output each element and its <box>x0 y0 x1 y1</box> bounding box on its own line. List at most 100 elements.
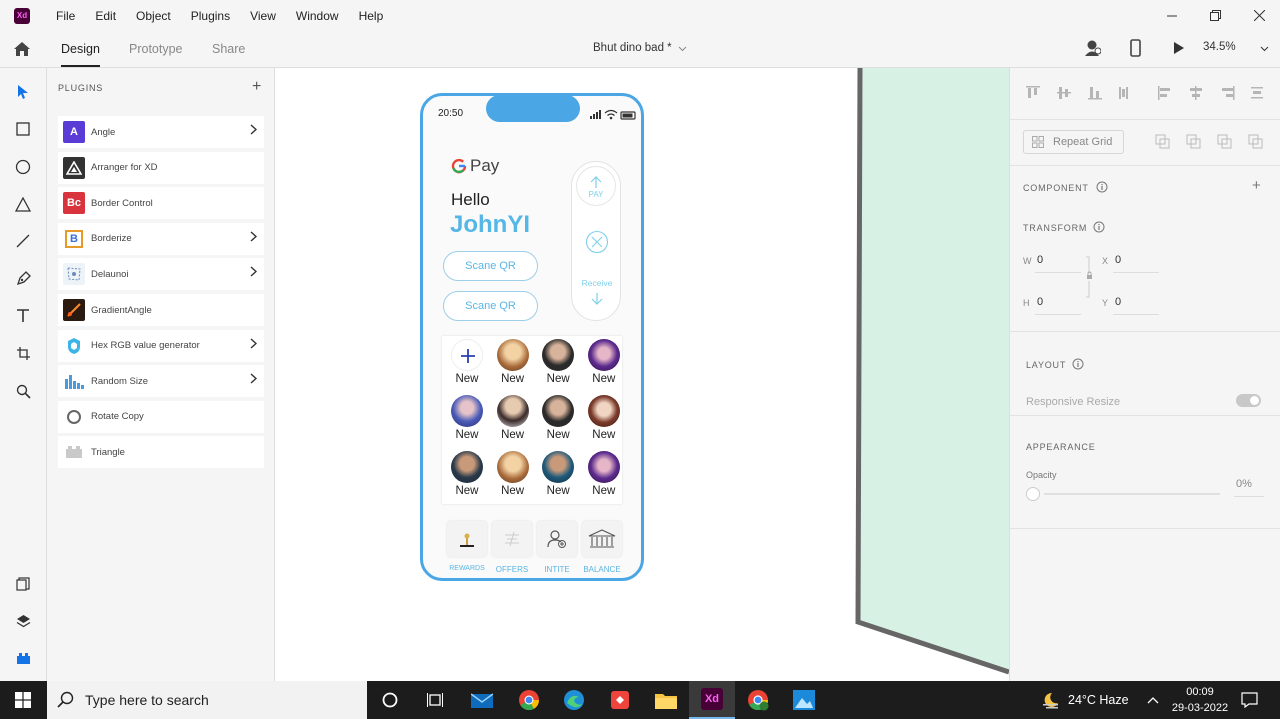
polygon-tool[interactable] <box>13 194 33 214</box>
tab-prototype[interactable]: Prototype <box>129 42 183 56</box>
plugins-tool[interactable] <box>13 648 33 668</box>
chrome-profile-app[interactable] <box>735 681 781 719</box>
plugin-item[interactable]: GradientAngle <box>58 294 264 326</box>
contact-cell[interactable]: New <box>582 451 626 507</box>
scan-qr-button-2[interactable]: Scane QR <box>443 291 538 321</box>
mail-app[interactable] <box>459 681 505 719</box>
plugin-item[interactable]: Rotate Copy <box>58 400 264 433</box>
nav-rewards[interactable]: REWARDS <box>446 521 488 572</box>
opacity-slider-track[interactable] <box>1044 493 1220 495</box>
user-icon[interactable] <box>1085 39 1101 57</box>
add-plugin-button[interactable]: + <box>252 78 261 96</box>
ellipse-tool[interactable] <box>13 157 33 177</box>
align-icons[interactable] <box>1026 85 1266 101</box>
plugin-item[interactable]: Arranger for XD <box>58 151 264 184</box>
menu-object[interactable]: Object <box>136 9 171 23</box>
design-canvas[interactable]: 20:50 Pay Hello JohnYI Scane QR Scane QR… <box>275 68 1009 681</box>
menu-window[interactable]: Window <box>296 9 339 23</box>
contact-cell[interactable]: New <box>491 395 535 451</box>
file-explorer-app[interactable] <box>643 681 689 719</box>
opacity-value[interactable]: 0% <box>1236 478 1252 490</box>
weather-widget[interactable]: 24°C Haze <box>1040 681 1129 719</box>
menu-help[interactable]: Help <box>359 9 384 23</box>
document-title[interactable]: Bhut dino bad * <box>593 42 672 54</box>
opacity-slider-handle[interactable] <box>1026 487 1040 501</box>
menu-edit[interactable]: Edit <box>95 9 116 23</box>
add-component-button[interactable]: + <box>1252 177 1261 194</box>
receive-label[interactable]: Receive <box>572 278 622 288</box>
height-field[interactable]: 0 <box>1037 296 1043 308</box>
phone-artboard[interactable]: 20:50 Pay Hello JohnYI Scane QR Scane QR… <box>420 93 644 581</box>
tab-share[interactable]: Share <box>212 42 245 56</box>
start-button[interactable] <box>0 681 46 719</box>
rectangle-tool[interactable] <box>13 119 33 139</box>
nav-offers[interactable]: OFFERS <box>491 521 533 574</box>
chevron-down-icon[interactable] <box>678 46 687 52</box>
plugin-item[interactable]: Bc Border Control <box>58 187 264 220</box>
chevron-right-icon[interactable] <box>250 124 258 138</box>
nav-balance[interactable]: BALANCE <box>581 521 623 574</box>
contact-cell[interactable]: New <box>445 395 489 451</box>
responsive-resize-toggle[interactable] <box>1236 394 1261 407</box>
chevron-right-icon[interactable] <box>250 231 258 245</box>
y-field[interactable]: 0 <box>1115 296 1121 308</box>
play-icon[interactable] <box>1173 41 1185 55</box>
layers-tool[interactable] <box>13 611 33 631</box>
contact-cell[interactable]: New <box>491 339 535 395</box>
scan-qr-button[interactable]: Scane QR <box>443 251 538 281</box>
clock[interactable]: 00:09 29-03-2022 <box>1168 684 1232 716</box>
tray-chevron-up-icon[interactable] <box>1147 696 1159 704</box>
cancel-circle-icon[interactable] <box>585 230 609 254</box>
plugin-item[interactable]: Triangle <box>58 436 264 469</box>
timeline-button[interactable] <box>412 681 458 719</box>
arrow-down-icon[interactable] <box>590 292 604 306</box>
boolean-ops-icons[interactable] <box>1155 134 1270 150</box>
notification-icon[interactable] <box>1241 692 1258 708</box>
pen-tool[interactable] <box>13 268 33 288</box>
plugin-item[interactable]: B Borderize <box>58 222 264 255</box>
width-field[interactable]: 0 <box>1037 254 1043 266</box>
layout-info-icon[interactable] <box>1072 358 1084 370</box>
minimize-button[interactable] <box>1150 0 1194 31</box>
contact-cell[interactable]: New <box>491 451 535 507</box>
chevron-right-icon[interactable] <box>250 338 258 352</box>
pay-button[interactable]: PAY <box>576 166 616 206</box>
contact-cell[interactable]: New <box>536 339 580 395</box>
anydesk-app[interactable] <box>597 681 643 719</box>
edge-app[interactable] <box>551 681 597 719</box>
nav-intite[interactable]: INTITE <box>536 521 578 574</box>
home-icon[interactable] <box>12 40 32 58</box>
adobe-xd-app[interactable]: Xd <box>689 681 735 719</box>
photos-app[interactable] <box>781 681 827 719</box>
close-button[interactable] <box>1237 0 1280 31</box>
tab-design[interactable]: Design <box>61 42 100 67</box>
text-tool[interactable] <box>13 306 33 326</box>
contact-cell[interactable]: New <box>445 451 489 507</box>
new-contact-cell[interactable]: New <box>445 339 489 395</box>
repeat-grid-button[interactable]: Repeat Grid <box>1023 130 1124 154</box>
restore-button[interactable] <box>1193 0 1237 31</box>
menu-plugins[interactable]: Plugins <box>191 9 230 23</box>
chevron-right-icon[interactable] <box>250 266 258 280</box>
contact-cell[interactable]: New <box>582 339 626 395</box>
line-tool[interactable] <box>13 231 33 251</box>
chrome-app[interactable] <box>506 681 552 719</box>
assets-tool[interactable] <box>13 574 33 594</box>
taskbar-search[interactable]: Type here to search <box>47 681 367 719</box>
menu-view[interactable]: View <box>250 9 276 23</box>
info-icon[interactable] <box>1096 181 1108 193</box>
device-preview-icon[interactable] <box>1130 39 1141 57</box>
select-tool[interactable] <box>13 82 33 102</box>
contact-cell[interactable]: New <box>582 395 626 451</box>
menu-file[interactable]: File <box>56 9 75 23</box>
transform-info-icon[interactable] <box>1093 221 1105 233</box>
plugin-item[interactable]: Hex RGB value generator <box>58 329 264 362</box>
plugin-item[interactable]: Delaunoi <box>58 258 264 291</box>
zoom-tool[interactable] <box>13 381 33 401</box>
zoom-level[interactable]: 34.5% <box>1203 41 1236 53</box>
plugin-item[interactable]: Random Size <box>58 365 264 398</box>
plugin-item[interactable]: A Angle <box>58 116 264 148</box>
artboard-tool[interactable] <box>13 343 33 363</box>
zoom-chevron-icon[interactable] <box>1260 46 1269 52</box>
lock-aspect-icon[interactable] <box>1085 255 1094 299</box>
